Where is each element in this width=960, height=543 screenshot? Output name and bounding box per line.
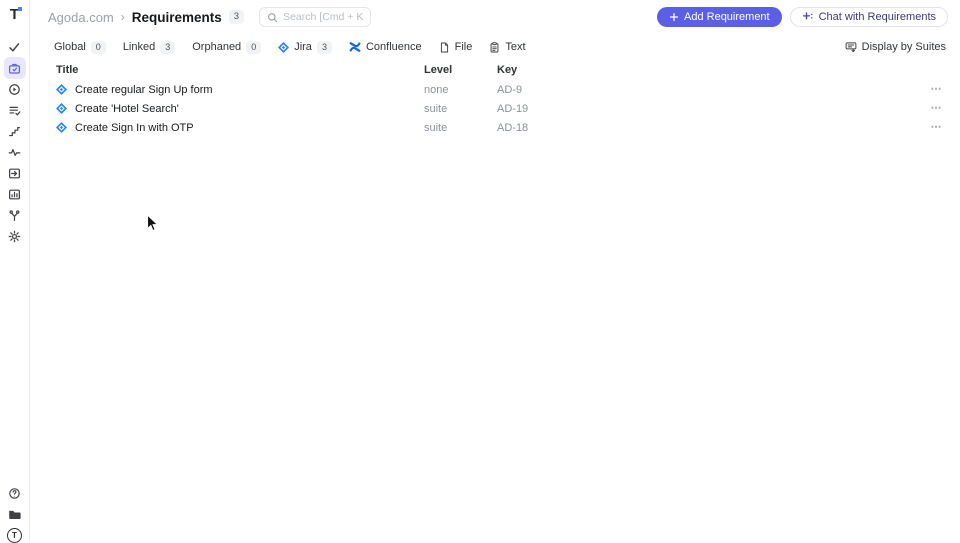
requirement-key: AD-9	[497, 83, 523, 96]
avatar: T	[7, 527, 22, 543]
requirement-key: AD-19	[497, 102, 529, 115]
filter-tab-linked-label: Linked	[122, 41, 156, 53]
add-requirement-button[interactable]: Add Requirement	[657, 7, 782, 27]
add-requirement-label: Add Requirement	[684, 11, 770, 23]
sidebar-item-import[interactable]	[4, 166, 26, 180]
import-icon	[8, 167, 21, 180]
filter-tab-file[interactable]: File	[439, 41, 473, 53]
requirement-level: none	[424, 83, 449, 96]
column-header-key: Key	[497, 64, 518, 76]
display-by-suites-button[interactable]: Display by Suites	[845, 41, 946, 53]
table-row[interactable]: Create Sign In with OTP suite AD-18 ⋯	[30, 118, 960, 137]
breadcrumb: Agoda.com › Requirements 3	[48, 9, 245, 25]
chat-with-requirements-button[interactable]: Chat with Requirements	[789, 7, 948, 27]
briefcase-check-icon	[8, 62, 21, 75]
filter-tab-linked-count: 3	[160, 40, 176, 54]
requirement-level: suite	[424, 102, 448, 115]
plus-icon	[669, 12, 679, 22]
filter-tab-global[interactable]: Global 0	[54, 40, 106, 54]
app-logo[interactable]: T	[10, 7, 23, 22]
filter-tab-orphaned-count: 0	[246, 40, 262, 54]
filter-tab-text-label: Text	[505, 41, 526, 53]
column-header-level: Level	[424, 64, 453, 76]
sidebar-item-analytics[interactable]	[4, 187, 26, 201]
table-row[interactable]: Create 'Hotel Search' suite AD-19 ⋯	[30, 99, 960, 118]
filter-tab-file-label: File	[454, 41, 473, 53]
filter-tab-jira[interactable]: Jira 3	[278, 40, 332, 54]
requirement-title[interactable]: Create 'Hotel Search'	[75, 103, 179, 115]
sidebar-item-pulse[interactable]	[4, 145, 26, 159]
app-logo-accent	[18, 7, 23, 11]
display-suites-icon	[845, 41, 857, 53]
filter-tab-orphaned-label: Orphaned	[192, 41, 242, 53]
check-icon	[8, 41, 21, 54]
confluence-icon	[349, 41, 361, 53]
folder-icon	[8, 508, 21, 521]
display-by-suites-label: Display by Suites	[861, 41, 946, 53]
chat-with-requirements-label: Chat with Requirements	[818, 11, 936, 23]
sidebar-item-settings[interactable]	[4, 229, 26, 243]
row-menu-icon[interactable]: ⋯	[922, 84, 942, 95]
bar-chart-icon	[8, 188, 21, 201]
filter-tab-confluence-label: Confluence	[365, 41, 422, 53]
branch-icon	[8, 209, 21, 222]
filter-tab-orphaned[interactable]: Orphaned 0	[192, 40, 262, 54]
table-row[interactable]: Create regular Sign Up form none AD-9 ⋯	[30, 80, 960, 99]
filter-tab-jira-count: 3	[316, 40, 332, 54]
filter-bar: Global 0 Linked 3 Orphaned 0 Jira 3 Conf…	[30, 36, 960, 58]
breadcrumb-project[interactable]: Agoda.com	[48, 10, 114, 25]
play-circle-icon	[8, 83, 21, 96]
sparkle-plus-icon	[802, 11, 814, 23]
search-icon	[267, 12, 278, 23]
page-title: Requirements	[131, 9, 222, 25]
column-header-title: Title	[56, 64, 79, 76]
avatar-letter: T	[12, 530, 17, 540]
list-check-icon	[8, 104, 21, 117]
clipboard-text-icon	[489, 41, 500, 53]
search-input[interactable]	[283, 11, 364, 23]
requirements-count-badge: 3	[228, 10, 245, 24]
filter-tab-jira-label: Jira	[294, 41, 312, 53]
jira-icon	[278, 41, 290, 53]
sidebar-item-tests[interactable]	[4, 40, 26, 54]
sidebar-item-branches[interactable]	[4, 208, 26, 222]
sidebar-item-account[interactable]: T	[4, 527, 26, 543]
help-icon	[8, 487, 21, 500]
search-box[interactable]	[259, 7, 372, 27]
filter-tab-text[interactable]: Text	[489, 41, 526, 53]
sidebar-nav	[3, 40, 26, 243]
table-header-row: Title Level Key	[30, 60, 960, 80]
filter-tab-confluence[interactable]: Confluence	[349, 41, 422, 53]
requirement-title[interactable]: Create Sign In with OTP	[75, 122, 194, 134]
activity-icon	[8, 146, 21, 159]
stairs-icon	[8, 125, 21, 138]
requirement-key: AD-18	[497, 121, 529, 134]
sidebar-item-runs[interactable]	[4, 82, 26, 96]
filter-tab-global-label: Global	[54, 41, 86, 53]
requirements-table: Title Level Key Create regular Sign Up f…	[30, 60, 960, 137]
breadcrumb-separator: ›	[120, 10, 125, 24]
sidebar-item-plans[interactable]	[4, 103, 26, 117]
jira-icon	[56, 122, 67, 133]
sidebar-item-projects[interactable]	[4, 507, 26, 521]
row-menu-icon[interactable]: ⋯	[922, 122, 942, 133]
gear-icon	[8, 230, 21, 243]
filter-tab-global-count: 0	[90, 40, 106, 54]
topbar: Agoda.com › Requirements 3 Add Requireme…	[30, 0, 960, 34]
sidebar-item-requirements[interactable]	[3, 57, 26, 79]
mouse-cursor	[146, 214, 159, 232]
jira-icon	[56, 103, 67, 114]
requirement-title[interactable]: Create regular Sign Up form	[75, 84, 213, 96]
file-icon	[439, 42, 450, 53]
sidebar: T T	[0, 0, 30, 543]
jira-icon	[56, 84, 67, 95]
row-menu-icon[interactable]: ⋯	[922, 103, 942, 114]
filter-tab-linked[interactable]: Linked 3	[122, 40, 176, 54]
sidebar-item-steps[interactable]	[4, 124, 26, 138]
sidebar-bottom: T	[4, 486, 26, 543]
requirement-level: suite	[424, 121, 448, 134]
sidebar-item-help[interactable]	[4, 486, 26, 500]
